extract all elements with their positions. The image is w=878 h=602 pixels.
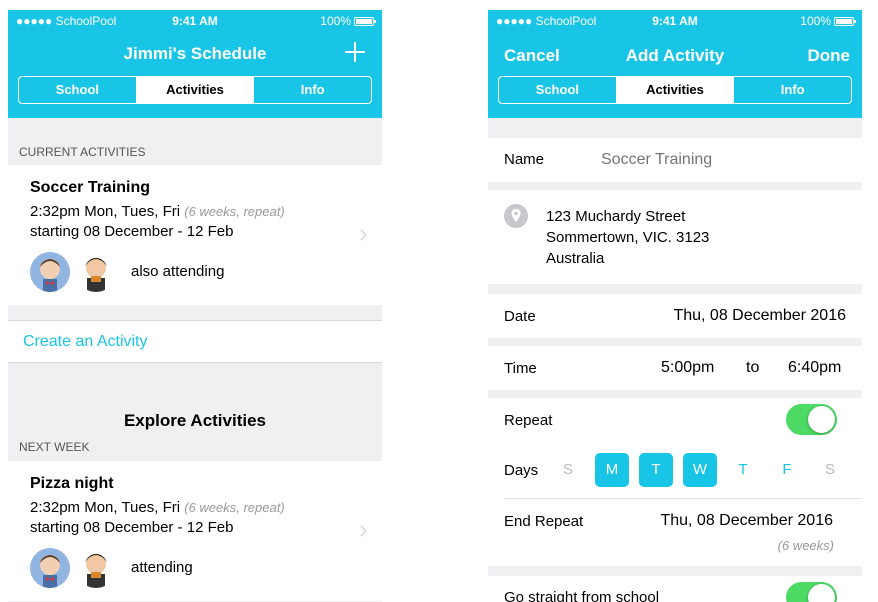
section-header-next-week: NEXT WEEK [19, 440, 90, 454]
explore-title: Explore Activities [123, 411, 267, 430]
create-activity-link[interactable]: Create an Activity [23, 333, 148, 351]
repeat-section: Repeat Days S M T W T F S End Repeat Thu… [488, 398, 862, 566]
activity-schedule: 2:32pm Mon, Tues, Fri [30, 203, 181, 220]
end-repeat-note: (6 weeks) [777, 538, 834, 553]
avatar [30, 252, 70, 292]
attendance-label: attending [131, 559, 193, 576]
activity-dates: starting 08 December - 12 Feb [30, 223, 234, 240]
name-input[interactable] [601, 146, 841, 174]
add-activity-screen: ●●●●● SchoolPool 9:41 AM 100% Add Activi… [488, 10, 862, 602]
day-thursday[interactable]: T [726, 453, 760, 487]
page-title: Jimmi's Schedule [123, 44, 267, 63]
day-wednesday[interactable]: W [683, 453, 717, 487]
name-row: Name [488, 138, 862, 182]
day-friday[interactable]: F [770, 453, 804, 487]
end-repeat-value[interactable]: Thu, 08 December 2016 [660, 512, 833, 530]
date-row[interactable]: Date Thu, 08 December 2016 [488, 294, 862, 338]
done-button[interactable]: Done [808, 46, 851, 66]
address-line1: 123 Muchardy Street [546, 208, 686, 225]
avatar [30, 548, 70, 588]
plus-icon[interactable] [345, 42, 365, 62]
address-line2: Sommertown, VIC. 3123 [546, 229, 710, 246]
avatar [76, 548, 116, 588]
days-label: Days [504, 462, 539, 479]
battery-percent: 100% [800, 14, 831, 28]
avatar [76, 252, 116, 292]
create-activity-row[interactable]: Create an Activity [8, 320, 382, 363]
time-label: Time [504, 360, 537, 377]
activity-repeat-note: (6 weeks, repeat) [184, 500, 285, 515]
attendance-label: also attending [131, 263, 225, 280]
activity-card[interactable]: Soccer Training 2:32pm Mon, Tues, Fri (6… [8, 165, 382, 305]
activity-title: Pizza night [30, 475, 114, 492]
end-repeat-label: End Repeat [504, 513, 584, 530]
chevron-right-icon [355, 229, 367, 241]
schedule-screen: ●●●●● SchoolPool 9:41 AM 100% Jimmi's Sc… [8, 10, 382, 602]
end-time[interactable]: 6:40pm [788, 359, 841, 377]
time-row: Time 5:00pm to 6:40pm [488, 346, 862, 390]
nav-header: ●●●●● SchoolPool 9:41 AM 100% Add Activi… [488, 10, 862, 118]
address-line3: Australia [546, 250, 605, 267]
battery-indicator: 100% [320, 14, 376, 28]
tab-school[interactable]: School [499, 77, 616, 103]
tab-activities[interactable]: Activities [615, 77, 734, 103]
day-sunday[interactable]: S [551, 453, 585, 487]
straight-from-school-toggle[interactable] [786, 582, 837, 602]
time-separator: to [746, 359, 760, 376]
date-label: Date [504, 308, 536, 325]
repeat-label: Repeat [504, 412, 553, 429]
battery-indicator: 100% [800, 14, 856, 28]
activity-card[interactable]: Pizza night 2:32pm Mon, Tues, Fri (6 wee… [8, 461, 382, 601]
chevron-right-icon [355, 525, 367, 537]
day-monday[interactable]: M [595, 453, 629, 487]
tab-activities[interactable]: Activities [135, 77, 254, 103]
activity-schedule: 2:32pm Mon, Tues, Fri [30, 499, 181, 516]
day-saturday[interactable]: S [813, 453, 847, 487]
date-value[interactable]: Thu, 08 December 2016 [673, 307, 846, 325]
section-header-current: CURRENT ACTIVITIES [19, 145, 146, 159]
start-time[interactable]: 5:00pm [661, 359, 714, 377]
segmented-control: School Activities Info [498, 76, 852, 104]
name-label: Name [504, 151, 545, 168]
segmented-control: School Activities Info [18, 76, 372, 104]
cancel-button[interactable]: Cancel [504, 46, 560, 66]
straight-from-school-row: Go straight from school [488, 576, 862, 602]
battery-icon [834, 16, 856, 26]
tab-info[interactable]: Info [733, 77, 851, 103]
activity-dates: starting 08 December - 12 Feb [30, 519, 234, 536]
tab-info[interactable]: Info [253, 77, 371, 103]
battery-icon [354, 16, 376, 26]
day-tuesday[interactable]: T [639, 453, 673, 487]
battery-percent: 100% [320, 14, 351, 28]
divider [504, 498, 862, 499]
activity-title: Soccer Training [30, 179, 151, 196]
straight-from-school-label: Go straight from school [504, 589, 660, 602]
address-row[interactable]: 123 Muchardy Street Sommertown, VIC. 312… [488, 190, 862, 284]
location-pin-icon [504, 204, 528, 228]
tab-school[interactable]: School [19, 77, 136, 103]
activity-repeat-note: (6 weeks, repeat) [184, 204, 285, 219]
nav-header: ●●●●● SchoolPool 9:41 AM 100% Jimmi's Sc… [8, 10, 382, 118]
repeat-toggle[interactable] [786, 404, 837, 435]
